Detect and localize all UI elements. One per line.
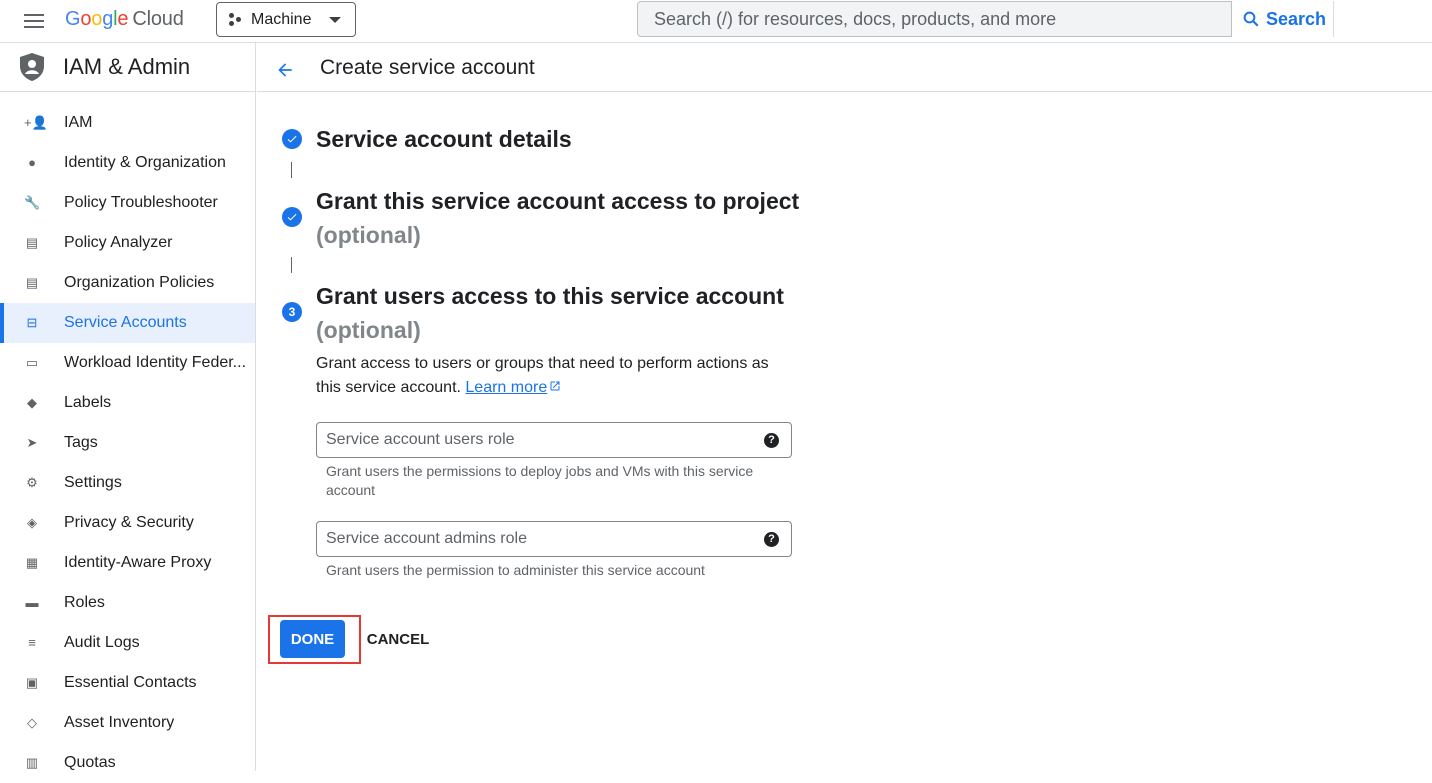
- help-icon[interactable]: ?: [764, 433, 779, 448]
- page-header: Create service account: [257, 43, 1432, 92]
- sidebar-item-labels[interactable]: ◆ Labels: [0, 383, 255, 423]
- sidebar-item-label: Labels: [64, 394, 112, 411]
- sidebar-item-policy-troubleshooter[interactable]: 🔧 Policy Troubleshooter: [0, 183, 255, 223]
- search-icon: [1243, 11, 1259, 27]
- sidebar-item-tags[interactable]: ➤ Tags: [0, 423, 255, 463]
- step-complete-check-icon: [282, 129, 302, 149]
- proxy-icon: ▦: [25, 555, 39, 570]
- step-3-optional: (optional): [316, 317, 421, 343]
- sidebar-item-label: Settings: [64, 474, 122, 491]
- sidebar-item-settings[interactable]: ⚙ Settings: [0, 463, 255, 503]
- sidebar-item-label: Organization Policies: [64, 274, 215, 291]
- sidebar-item-label: Tags: [64, 434, 98, 451]
- step-complete-check-icon: [282, 207, 302, 227]
- sidebar-item-label: IAM: [64, 114, 93, 131]
- sidebar-item-label: Audit Logs: [64, 634, 140, 651]
- back-arrow-icon[interactable]: [275, 60, 295, 80]
- sidebar-item-label: Workload Identity Feder...: [64, 354, 247, 371]
- sidebar-item-label: Quotas: [64, 754, 116, 771]
- roles-icon: ▬: [25, 595, 39, 610]
- learn-more-link[interactable]: Learn more: [465, 379, 547, 396]
- sidebar-item-label: Essential Contacts: [64, 674, 197, 691]
- account-circle-icon: ●: [28, 155, 36, 170]
- step-3-title: Grant users access to this service accou…: [316, 283, 784, 309]
- nav-list: +👤 IAM ● Identity & Organization 🔧 Policy Tro…: [0, 92, 255, 783]
- list-icon: ≡: [28, 635, 36, 650]
- sidebar-item-identity-organization[interactable]: ● Identity & Organization: [0, 143, 255, 183]
- project-icon: [229, 12, 243, 27]
- sidebar-item-identity-aware-proxy[interactable]: ▦ Identity-Aware Proxy: [0, 543, 255, 583]
- sidebar-item-label: Identity-Aware Proxy: [64, 554, 212, 571]
- step-3-number-icon: 3: [282, 302, 302, 322]
- sidebar-item-roles[interactable]: ▬ Roles: [0, 583, 255, 623]
- sidebar-item-organization-policies[interactable]: ▤ Organization Policies: [0, 263, 255, 303]
- step-connector: [291, 257, 292, 273]
- sidebar-item-workload-identity-feder[interactable]: ▭ Workload Identity Feder...: [0, 343, 255, 383]
- sidebar-item-label: Identity & Organization: [64, 154, 226, 171]
- sidebar-item-quotas[interactable]: ▥ Quotas: [0, 743, 255, 783]
- admins-role-hint: Grant users the permission to administer…: [326, 562, 705, 578]
- gear-icon: ⚙: [26, 475, 38, 490]
- sidebar: IAM & Admin +👤 IAM ● Identity & Organizatio…: [0, 43, 256, 771]
- search-input[interactable]: Search (/) for resources, docs, products…: [637, 1, 1232, 37]
- sidebar-title: IAM & Admin: [63, 54, 191, 79]
- shield-icon: ◈: [27, 515, 37, 530]
- sidebar-item-service-accounts[interactable]: ⊟ Service Accounts: [0, 303, 255, 343]
- sidebar-item-label: Service Accounts: [64, 314, 187, 331]
- help-icon[interactable]: ?: [764, 532, 779, 547]
- document-search-icon: ▤: [25, 235, 39, 250]
- sidebar-item-policy-analyzer[interactable]: ▤ Policy Analyzer: [0, 223, 255, 263]
- sidebar-item-asset-inventory[interactable]: ◇ Asset Inventory: [0, 703, 255, 743]
- sidebar-item-label: Roles: [64, 594, 105, 611]
- page-title: Create service account: [320, 56, 535, 79]
- service-account-icon: ⊟: [26, 315, 38, 330]
- google-cloud-logo[interactable]: Google Cloud: [65, 8, 184, 31]
- sidebar-item-label: Privacy & Security: [64, 514, 194, 531]
- sidebar-item-label: Policy Troubleshooter: [64, 194, 218, 211]
- external-link-icon: [550, 381, 560, 391]
- sidebar-item-label: Asset Inventory: [64, 714, 175, 731]
- inventory-icon: ◇: [27, 715, 37, 730]
- cancel-button[interactable]: CANCEL: [362, 620, 434, 658]
- sidebar-item-audit-logs[interactable]: ≡ Audit Logs: [0, 623, 255, 663]
- tag-icon: ➤: [26, 435, 38, 450]
- step-connector: [291, 162, 292, 178]
- service-account-admins-role-input[interactable]: Service account admins role ?: [316, 521, 792, 557]
- project-name: Machine: [251, 10, 312, 28]
- done-button[interactable]: DONE: [280, 620, 345, 658]
- project-picker[interactable]: Machine: [216, 2, 356, 37]
- top-bar: Google Cloud Machine Search (/) for resou…: [0, 0, 1432, 43]
- step-2-optional: (optional): [316, 222, 421, 248]
- step-1-title[interactable]: Service account details: [316, 122, 572, 156]
- list-doc-icon: ▤: [25, 275, 39, 290]
- step-2-title[interactable]: Grant this service account access to pro…: [316, 184, 799, 218]
- sidebar-item-label: Policy Analyzer: [64, 234, 173, 251]
- service-account-users-role-input[interactable]: Service account users role ?: [316, 422, 792, 458]
- step-description: Grant access to users or groups that nee…: [316, 355, 769, 396]
- contact-icon: ▣: [25, 675, 39, 690]
- label-icon: ◆: [27, 395, 37, 410]
- sidebar-item-iam[interactable]: +👤 IAM: [0, 103, 255, 143]
- chevron-down-icon: [329, 16, 341, 23]
- person-add-icon: +👤: [24, 115, 48, 130]
- iam-shield-icon: [20, 53, 44, 81]
- wrench-icon: 🔧: [24, 195, 41, 210]
- menu-icon[interactable]: [24, 14, 44, 28]
- sidebar-item-privacy-security[interactable]: ◈ Privacy & Security: [0, 503, 255, 543]
- quota-icon: ▥: [25, 755, 39, 770]
- search-button[interactable]: Search: [1232, 1, 1334, 37]
- id-card-icon: ▭: [25, 355, 39, 370]
- sidebar-header: IAM & Admin: [0, 43, 255, 92]
- users-role-hint: Grant users the permissions to deploy jo…: [326, 463, 754, 498]
- sidebar-item-essential-contacts[interactable]: ▣ Essential Contacts: [0, 663, 255, 703]
